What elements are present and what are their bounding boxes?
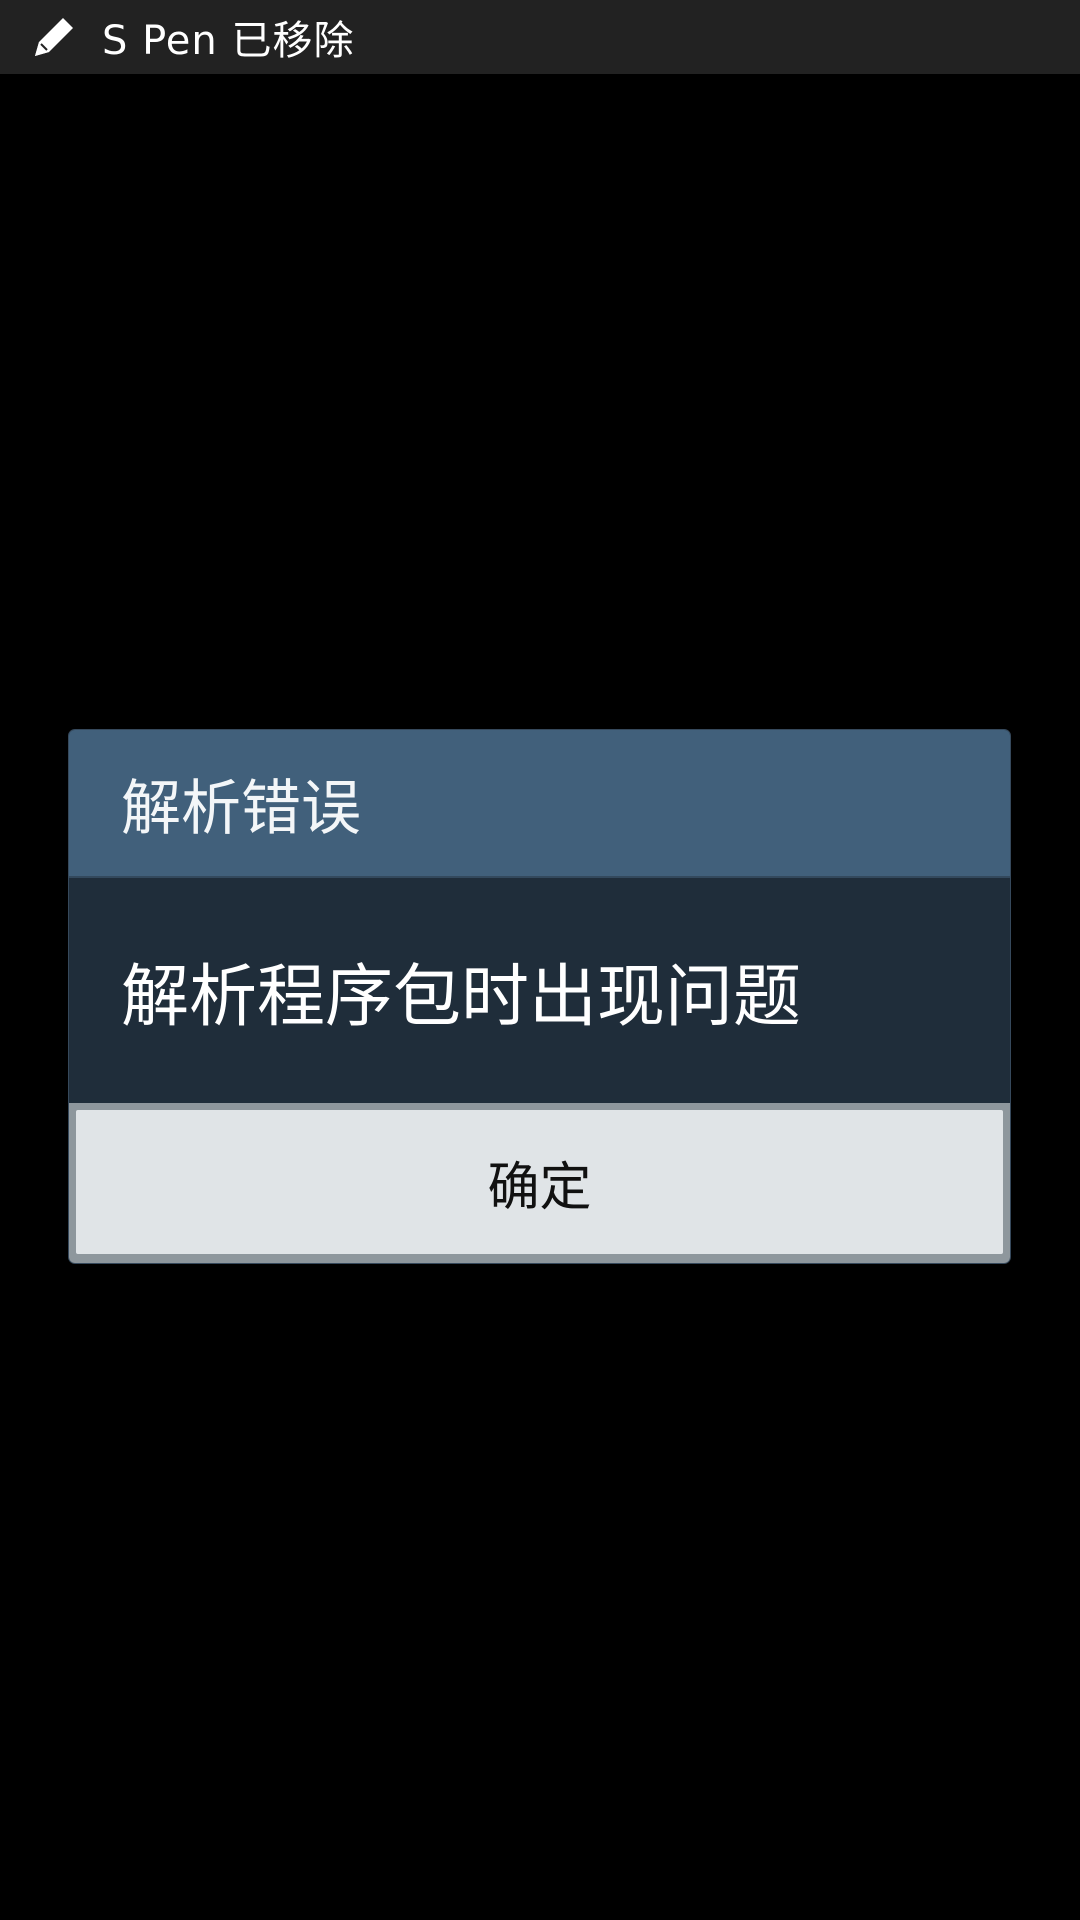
dialog-body: 解析程序包时出现问题 <box>69 878 1010 1103</box>
pen-icon <box>26 9 82 65</box>
dialog-message: 解析程序包时出现问题 <box>121 958 802 1037</box>
error-dialog: 解析错误 解析程序包时出现问题 确定 <box>69 730 1010 1263</box>
dialog-button-bar: 确定 <box>69 1103 1010 1263</box>
notification-text: S Pen 已移除 <box>102 18 355 64</box>
dialog-title-bar: 解析错误 <box>69 730 1010 878</box>
ok-button[interactable]: 确定 <box>76 1110 1003 1254</box>
notification-bar: S Pen 已移除 <box>0 0 1080 74</box>
dialog-title: 解析错误 <box>121 773 361 844</box>
